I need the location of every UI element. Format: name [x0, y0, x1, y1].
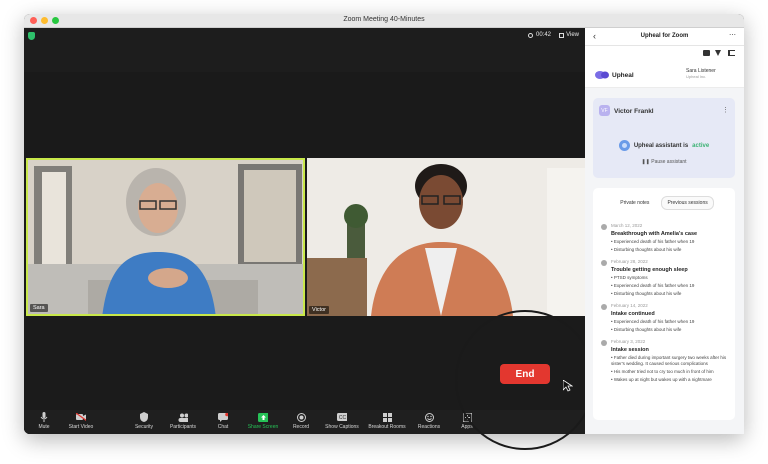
collapse-icon[interactable] [728, 50, 735, 56]
sara-video-image [28, 160, 303, 314]
breakout-rooms-icon [382, 412, 392, 422]
notes-tabs: Private notes Previous sessions [593, 196, 735, 210]
share-screen-icon [258, 412, 268, 422]
microphone-icon [39, 412, 49, 422]
upheal-panel: ‹ Upheal for Zoom ⋯ Upheal Sara Listener… [585, 28, 744, 434]
session-item[interactable]: February 3, 2022 Intake session • Father… [601, 339, 731, 383]
reactions-icon [424, 412, 434, 422]
session-item[interactable]: March 12, 2022 Breakthrough with Amelia'… [601, 223, 731, 253]
video-tile-victor[interactable]: Victor [307, 158, 585, 316]
client-card: VF Victor Frankl ⋮ Upheal assistant is a… [593, 98, 735, 178]
panel-icon-row [585, 46, 744, 62]
tab-previous-sessions[interactable]: Previous sessions [661, 196, 714, 210]
more-icon[interactable]: ⋯ [729, 31, 736, 39]
client-name: Victor Frankl [614, 108, 654, 115]
pause-assistant-button[interactable]: ❚❚ Pause assistant [593, 159, 735, 165]
filter-icon[interactable] [715, 50, 721, 56]
tab-private-notes[interactable]: Private notes [614, 196, 655, 210]
captions-icon: CC [337, 412, 347, 422]
pause-icon: ❚❚ [641, 159, 650, 165]
title-bar: Zoom Meeting 40-Minutes [24, 14, 744, 28]
client-more-icon[interactable]: ⋮ [722, 106, 729, 114]
assistant-status: Upheal assistant is active [593, 140, 735, 151]
client-avatar: VF [599, 105, 610, 116]
brand-row: Upheal Sara Listener Upheal Inc. [585, 62, 744, 88]
grid-icon [559, 32, 565, 38]
upheal-logo-icon [595, 71, 609, 79]
shield-icon [139, 412, 149, 422]
panel-title: Upheal for Zoom [640, 33, 689, 39]
session-item[interactable]: February 14, 2022 Intake continued • Exp… [601, 303, 731, 333]
end-meeting-button[interactable]: End [500, 364, 550, 384]
record-icon [296, 412, 306, 422]
view-button[interactable]: View [559, 32, 579, 38]
session-item[interactable]: February 28, 2022 Trouble getting enough… [601, 259, 731, 297]
assistant-icon [618, 140, 630, 151]
participant-name-sara: Sara [30, 304, 48, 312]
security-shield-icon[interactable] [28, 32, 35, 40]
brand-name: Upheal [612, 72, 634, 79]
video-tile-sara[interactable]: Sara [26, 158, 305, 316]
window-title: Zoom Meeting 40-Minutes [343, 16, 425, 23]
participant-name-victor: Victor [309, 306, 329, 314]
meeting-top-bar: 00:42 View [24, 28, 585, 72]
video-off-icon [76, 412, 86, 422]
participants-icon [178, 412, 188, 422]
start-video-button[interactable]: Start Video [56, 412, 106, 430]
apps-icon [462, 412, 472, 422]
assistant-active-label: active [692, 142, 710, 149]
sessions-list: March 12, 2022 Breakthrough with Amelia'… [601, 223, 731, 389]
clock-icon [527, 32, 533, 38]
panel-header: ‹ Upheal for Zoom ⋯ [585, 28, 744, 46]
chat-icon [218, 412, 228, 422]
show-captions-button[interactable]: CC Show Captions [317, 412, 367, 430]
user-menu[interactable]: Sara Listener Upheal Inc. [686, 68, 716, 80]
victor-video-image [307, 158, 585, 316]
meeting-timer: 00:42 [527, 32, 551, 38]
apps-button[interactable]: Apps [442, 412, 492, 430]
meeting-toolbar: Mute Start Video Security Participants C… [24, 410, 585, 434]
mouse-cursor-icon [563, 380, 573, 392]
notes-card: Private notes Previous sessions March 12… [593, 188, 735, 420]
youtube-icon[interactable] [703, 50, 710, 56]
svg-text:CC: CC [339, 415, 347, 421]
